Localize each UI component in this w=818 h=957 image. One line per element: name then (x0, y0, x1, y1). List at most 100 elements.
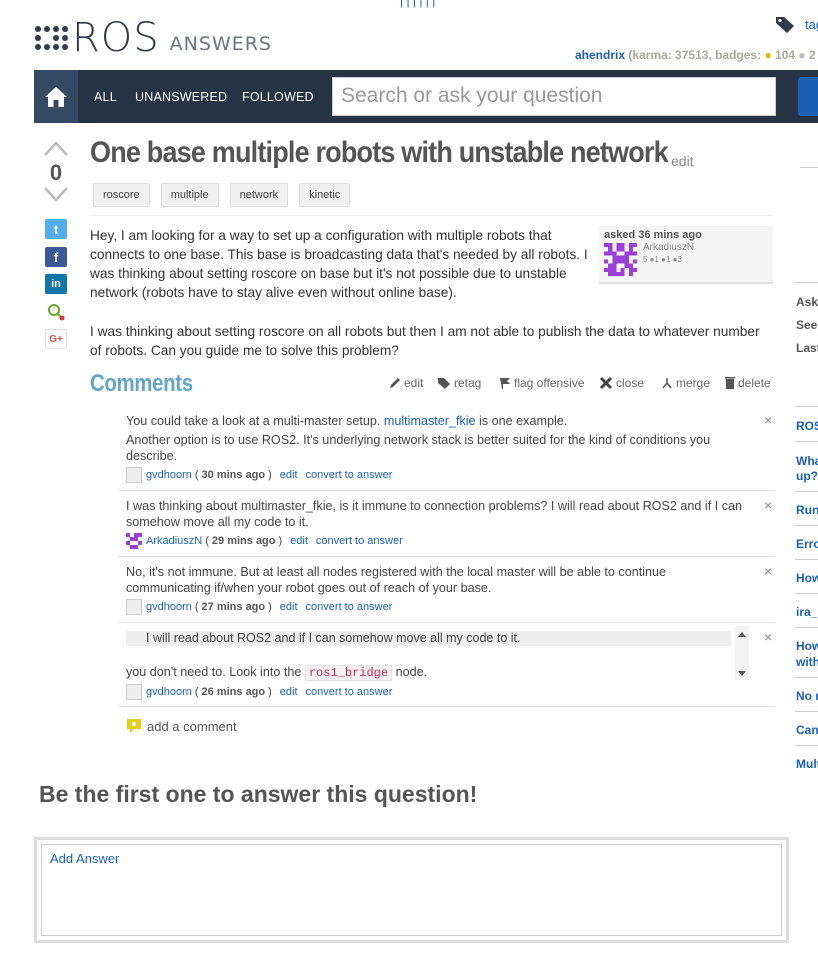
multimaster-link[interactable]: multimaster_fkie (384, 414, 476, 428)
googleplus-share-icon[interactable]: G+ (45, 329, 67, 349)
comment-edit-link[interactable]: edit (280, 599, 298, 615)
merge-label: merge (676, 376, 711, 390)
comment-delete-icon[interactable]: × (764, 629, 772, 645)
related-question-link[interactable]: with (796, 655, 818, 669)
related-question-link[interactable]: Cann (796, 723, 818, 737)
asked-info: asked 36 mins ago ArkadiuszN 5 ●1 ●1 ●3 (599, 226, 773, 284)
tag-network[interactable]: network (229, 183, 289, 207)
tag-roscore[interactable]: roscore (93, 183, 150, 207)
comment-text-part: You could take a look at a multi-master … (126, 414, 384, 428)
avatar[interactable] (126, 684, 142, 700)
related-question-link[interactable]: ROS (796, 419, 818, 433)
question-body-paragraph: Hey, I am looking for a way to set up a … (90, 228, 588, 300)
divider (118, 490, 775, 491)
related-question-link[interactable]: up? (796, 469, 818, 483)
silver-badge-count: 2 (809, 48, 816, 62)
add-comment-link[interactable]: add a comment (125, 717, 237, 735)
related-question-link[interactable]: Wha (796, 454, 818, 468)
close-icon (599, 376, 613, 390)
divider (795, 627, 818, 628)
divider (795, 525, 818, 526)
related-question-link[interactable]: ira_l (796, 605, 818, 619)
site-logo[interactable]: ROS ANSWERS (34, 18, 272, 58)
asked-time: asked 36 mins ago (604, 229, 702, 241)
close-question-button[interactable]: close (599, 376, 644, 390)
trash-icon (725, 377, 735, 389)
related-question-link[interactable]: Runn (796, 503, 818, 517)
divider (795, 491, 818, 492)
flag-label: flag offensive (514, 376, 585, 390)
pencil-icon (390, 378, 400, 388)
add-answer-input[interactable]: Add Answer (41, 844, 782, 936)
delete-button[interactable]: delete (725, 376, 771, 390)
related-question-link[interactable]: Erro (796, 537, 818, 551)
vote-up-icon[interactable] (44, 140, 68, 156)
related-question-link[interactable]: How (796, 571, 818, 585)
divider (795, 711, 818, 712)
comment-edit-link[interactable]: edit (280, 684, 298, 700)
logo-text: ROS (72, 15, 160, 61)
comments-heading: Comments (90, 370, 193, 397)
tags-link[interactable]: tag (805, 17, 818, 32)
answer-editor[interactable]: Add Answer (34, 837, 789, 943)
merge-button[interactable]: merge (661, 376, 710, 390)
comment-edit-link[interactable]: edit (280, 467, 298, 483)
comment-text: No, it's not immune. But at least all no… (126, 565, 667, 595)
retag-button[interactable]: retag (437, 376, 481, 390)
avatar[interactable] (126, 599, 142, 615)
search-button[interactable] (798, 77, 818, 116)
tag-icon (438, 378, 450, 389)
flag-offensive-button[interactable]: flag offensive (499, 376, 585, 390)
gold-badge-icon: ● (764, 48, 772, 62)
speech-bubble-icon (127, 719, 141, 733)
comment-delete-icon[interactable]: × (764, 497, 772, 513)
merge-icon (662, 378, 672, 389)
sidebar-asked-label: Aske (796, 295, 818, 309)
comment-edit-link[interactable]: edit (290, 533, 308, 549)
asked-username[interactable]: ArkadiuszN (643, 242, 694, 253)
comment-delete-icon[interactable]: × (764, 563, 772, 579)
karma-label: (karma: 37513, (628, 48, 712, 62)
username-link[interactable]: ahendrix (575, 48, 625, 62)
avatar[interactable] (604, 243, 637, 276)
nav-unanswered[interactable]: UNANSWERED (135, 90, 227, 104)
related-question-link[interactable]: How (796, 639, 818, 653)
avatar[interactable] (126, 533, 142, 549)
convert-to-answer-link[interactable]: convert to answer (306, 467, 393, 483)
comment-user[interactable]: gvdhoorn (146, 467, 192, 483)
nav-all[interactable]: ALL (94, 90, 117, 104)
related-question-link[interactable]: Mult (796, 757, 818, 771)
logo-subtext: ANSWERS (169, 33, 272, 55)
comment-user[interactable]: gvdhoorn (146, 684, 192, 700)
linkedin-share-icon[interactable]: in (45, 274, 67, 294)
nav-followed[interactable]: FOLLOWED (242, 90, 314, 104)
tag-list: roscore multiple network kinetic (93, 183, 351, 207)
comment-text-part: you don't need to. Look into the (126, 665, 305, 679)
vote-down-icon[interactable] (44, 187, 68, 203)
comment-user[interactable]: ArkadiuszN (146, 533, 202, 549)
search-input[interactable]: Search or ask your question (332, 77, 776, 116)
divider (795, 441, 818, 442)
comment-time: 26 mins ago (201, 686, 266, 698)
twitter-share-icon[interactable]: t (45, 219, 67, 239)
comment-delete-icon[interactable]: × (764, 412, 772, 428)
comment: you don't need to. Look into the ros1_br… (126, 664, 776, 700)
comment-text-part: node. (392, 665, 428, 679)
facebook-share-icon[interactable]: f (45, 247, 67, 267)
ask-related-icon[interactable] (45, 302, 67, 322)
convert-to-answer-link[interactable]: convert to answer (306, 684, 393, 700)
question-edit-link[interactable]: edit (671, 153, 694, 169)
related-question-link[interactable]: No r (796, 689, 818, 703)
home-button[interactable] (34, 70, 78, 123)
avatar[interactable] (126, 467, 142, 483)
convert-to-answer-link[interactable]: convert to answer (306, 599, 393, 615)
gold-badge-count: 104 (775, 48, 796, 62)
tag-icon[interactable] (775, 14, 795, 34)
divider (90, 215, 773, 216)
tag-multiple[interactable]: multiple (160, 183, 219, 207)
convert-to-answer-link[interactable]: convert to answer (316, 533, 403, 549)
question-edit-button[interactable]: edit (389, 376, 423, 390)
divider (795, 593, 818, 594)
tag-kinetic[interactable]: kinetic (299, 183, 351, 207)
comment-user[interactable]: gvdhoorn (146, 599, 192, 615)
